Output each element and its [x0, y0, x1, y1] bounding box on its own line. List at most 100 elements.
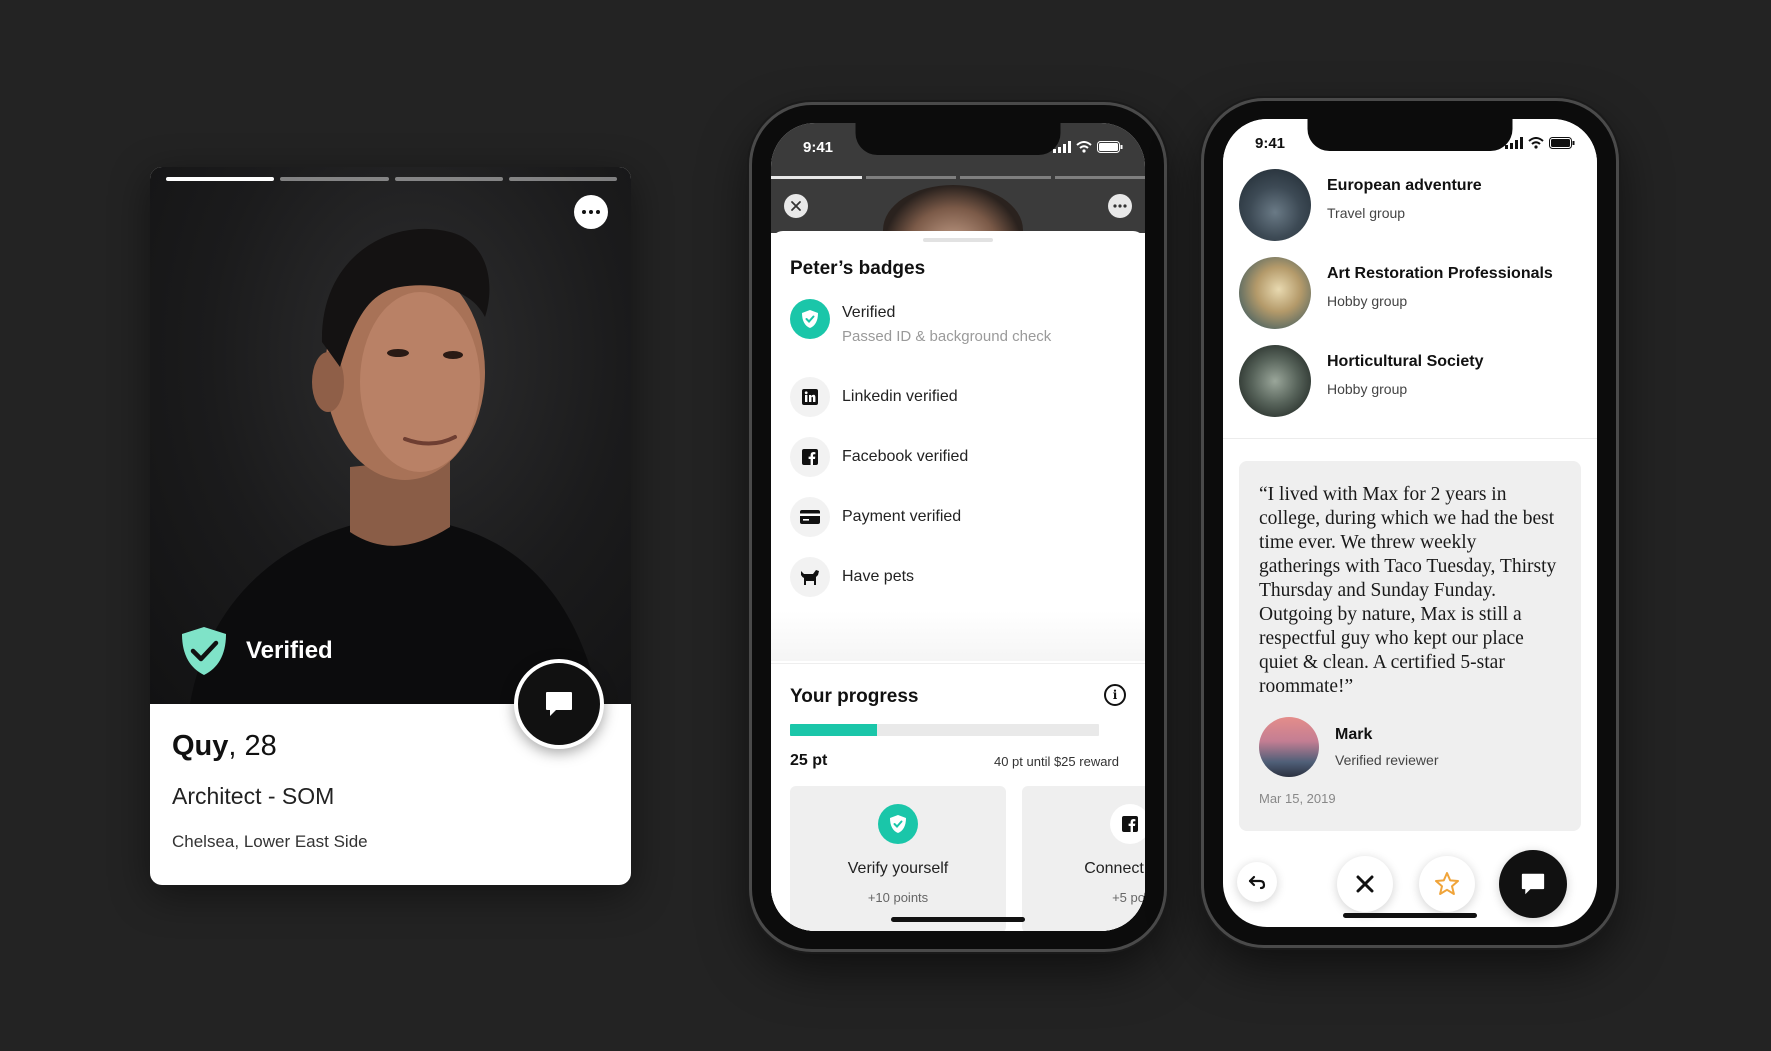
dog-icon	[790, 557, 830, 597]
close-button[interactable]	[784, 194, 808, 218]
badge-label: Facebook verified	[842, 448, 969, 465]
progress-section: Your progress i 25 pt 40 pt until $25 re…	[771, 663, 1145, 931]
more-dots-icon	[589, 210, 593, 214]
profile-photo[interactable]: Verified	[150, 167, 631, 704]
facebook-icon	[790, 437, 830, 477]
reviewer-role: Verified reviewer	[1335, 752, 1439, 768]
group-item[interactable]: Art Restoration Professionals Hobby grou…	[1223, 247, 1597, 335]
name-text: Quy	[172, 730, 229, 762]
profile-card[interactable]: Verified Quy, 28 Architect - SOM Chelsea…	[150, 167, 631, 885]
facebook-icon	[1110, 804, 1145, 844]
more-dots-icon	[582, 210, 586, 214]
group-type: Hobby group	[1327, 293, 1408, 309]
phone-badges: 9:41 Peter’s badges Verified Passed ID &…	[752, 105, 1164, 949]
badges-title: Peter’s badges	[790, 258, 926, 279]
story-progress-bars	[771, 176, 1145, 179]
task-carousel[interactable]: Verify yourself +10 points Connect to F …	[790, 786, 1145, 931]
reviewer[interactable]: Mark Verified reviewer	[1259, 717, 1439, 777]
group-thumbnail	[1239, 257, 1311, 329]
more-dots-icon	[1113, 204, 1127, 208]
chat-bubble-icon	[1521, 873, 1545, 895]
list-fade	[771, 611, 1145, 661]
task-title: Verify yourself	[847, 860, 949, 877]
badge-label: Linkedin verified	[842, 388, 958, 405]
profile-job: Architect - SOM	[172, 783, 335, 809]
status-icons	[1505, 137, 1575, 149]
group-name: Art Restoration Professionals	[1327, 265, 1553, 282]
reviewer-name: Mark	[1335, 726, 1373, 743]
group-type: Hobby group	[1327, 381, 1408, 397]
phone-notch	[855, 123, 1061, 155]
shield-check-icon	[182, 627, 226, 675]
badges-sheet[interactable]: Peter’s badges Verified Passed ID & back…	[771, 231, 1145, 931]
story-segment	[1054, 176, 1145, 179]
chat-bubble-icon	[546, 692, 572, 716]
progress-title: Your progress	[790, 686, 919, 707]
message-button[interactable]	[1499, 850, 1567, 918]
progress-points: 25 pt	[790, 752, 828, 769]
more-options-button[interactable]	[1108, 194, 1132, 218]
info-icon[interactable]: i	[1104, 684, 1126, 706]
status-icons	[1053, 141, 1123, 153]
badge-linkedin: Linkedin verified	[790, 367, 1135, 427]
verified-label: Verified	[246, 637, 333, 664]
close-icon	[1356, 875, 1374, 893]
star-icon	[1435, 872, 1459, 895]
shield-check-icon	[790, 299, 830, 339]
message-button[interactable]	[514, 659, 604, 749]
progress-bar	[790, 724, 1099, 736]
group-item[interactable]: Horticultural Society Hobby group	[1223, 335, 1597, 423]
badge-sublabel: Passed ID & background check	[842, 328, 1052, 345]
task-card-verify[interactable]: Verify yourself +10 points	[790, 786, 1006, 931]
home-indicator[interactable]	[1343, 913, 1477, 918]
status-time: 9:41	[803, 139, 834, 156]
story-segment	[865, 176, 956, 179]
verified-overlay: Verified	[178, 625, 333, 677]
shield-check-icon	[878, 804, 918, 844]
badge-list: Verified Passed ID & background check Li…	[790, 299, 1135, 607]
story-segment	[771, 176, 862, 179]
task-title: Connect to F	[1084, 860, 1145, 877]
task-points: +10 points	[867, 890, 929, 905]
pass-button[interactable]	[1337, 856, 1393, 912]
badge-label: Have pets	[842, 568, 915, 585]
status-time: 9:41	[1255, 135, 1286, 152]
profile-location: Chelsea, Lower East Side	[172, 832, 368, 851]
group-name: European adventure	[1327, 177, 1482, 194]
section-divider	[1223, 438, 1597, 439]
phone-screen: 9:41 Peter’s badges Verified Passed ID &…	[771, 123, 1145, 931]
review-quote: “I lived with Max for 2 years in college…	[1259, 484, 1557, 697]
badge-facebook: Facebook verified	[790, 427, 1135, 487]
sheet-grabber[interactable]	[923, 238, 993, 242]
story-segment	[166, 177, 275, 181]
progress-fill	[790, 724, 877, 736]
wifi-icon	[1076, 141, 1092, 153]
badge-label: Verified	[842, 304, 896, 321]
home-indicator[interactable]	[891, 917, 1025, 922]
favorite-button[interactable]	[1419, 856, 1475, 912]
phone-notch	[1307, 119, 1513, 151]
review-date: Mar 15, 2019	[1259, 791, 1336, 806]
group-thumbnail	[1239, 345, 1311, 417]
badge-payment: Payment verified	[790, 487, 1135, 547]
battery-icon	[1549, 137, 1575, 149]
undo-button[interactable]	[1237, 862, 1277, 902]
story-segment	[280, 177, 389, 181]
group-item[interactable]: European adventure Travel group	[1223, 159, 1597, 247]
story-segment	[508, 177, 617, 181]
badge-pets: Have pets	[790, 547, 1135, 607]
story-segment	[394, 177, 503, 181]
wifi-icon	[1528, 137, 1544, 149]
age-text: , 28	[228, 730, 277, 762]
task-points: +5 poi	[1112, 890, 1145, 905]
more-options-button[interactable]	[574, 195, 608, 229]
badge-verified: Verified Passed ID & background check	[790, 299, 1135, 363]
group-type: Travel group	[1327, 205, 1406, 221]
badge-label: Payment verified	[842, 508, 962, 525]
phone-groups-review: 9:41 European adventure Travel group Art…	[1204, 101, 1616, 945]
linkedin-icon	[790, 377, 830, 417]
credit-card-icon	[790, 497, 830, 537]
review-card: “I lived with Max for 2 years in college…	[1239, 461, 1581, 831]
task-card-facebook[interactable]: Connect to F +5 poi	[1022, 786, 1145, 931]
phone-screen: 9:41 European adventure Travel group Art…	[1223, 119, 1597, 927]
